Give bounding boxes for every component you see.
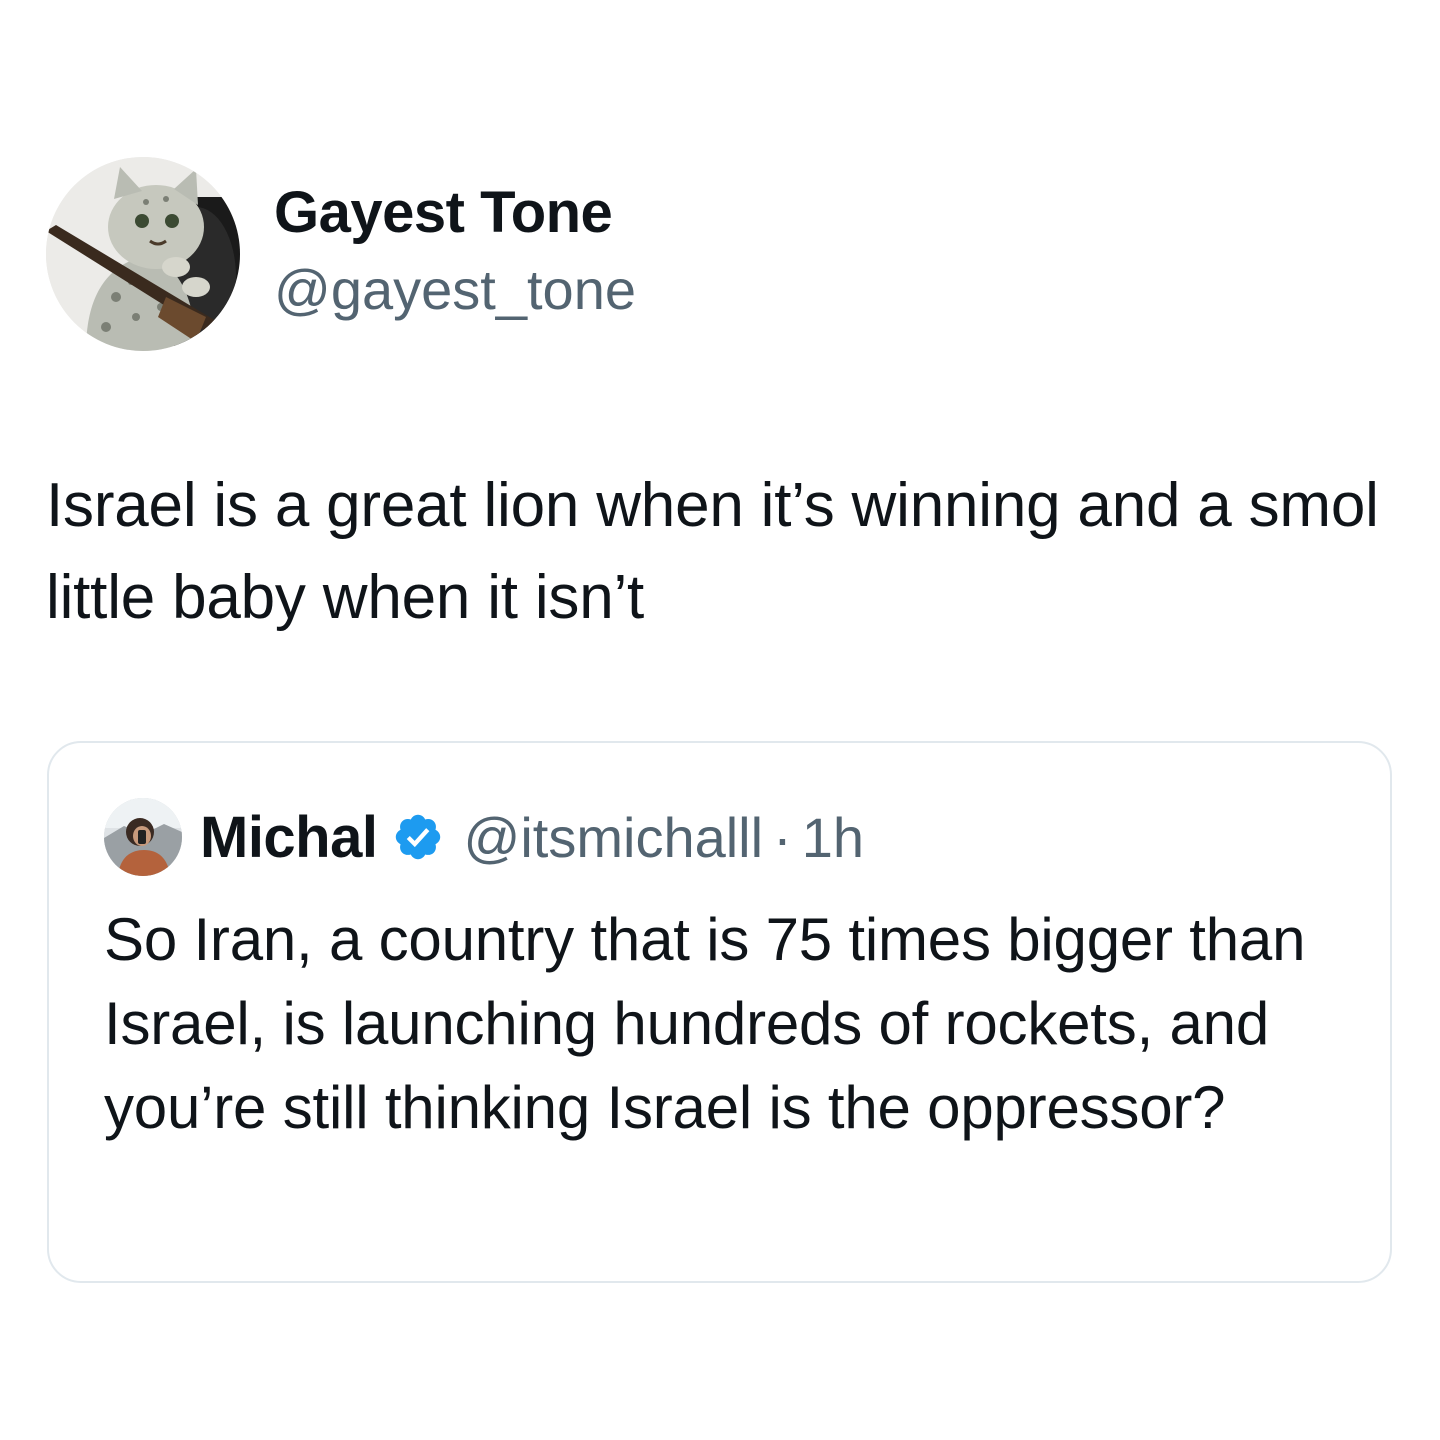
quoted-author-handle[interactable]: @itsmichalll: [464, 805, 764, 870]
person-photo-icon: [104, 798, 182, 876]
verified-badge-icon: [392, 811, 444, 863]
cat-avatar-icon: [46, 157, 240, 351]
quoted-tweet-header: Michal @itsmichalll · 1h: [104, 798, 864, 876]
quoted-tweet[interactable]: Michal @itsmichalll · 1h So Iran, a coun…: [47, 741, 1392, 1283]
tweet-text: Israel is a great lion when it’s winning…: [46, 471, 1379, 632]
author-handle[interactable]: @gayest_tone: [274, 255, 636, 325]
quoted-author-display-name[interactable]: Michal: [200, 804, 378, 871]
tweet-card: Gayest Tone @gayest_tone Israel is a gre…: [0, 0, 1440, 1440]
author-names: Gayest Tone @gayest_tone: [274, 177, 636, 325]
quoted-tweet-time[interactable]: 1h: [802, 805, 864, 870]
separator-dot: ·: [773, 805, 792, 869]
quoted-tweet-text: So Iran, a country that is 75 times bigg…: [104, 906, 1306, 1141]
tweet-header: Gayest Tone @gayest_tone: [46, 157, 636, 351]
author-avatar[interactable]: [46, 157, 240, 351]
author-display-name[interactable]: Gayest Tone: [274, 177, 636, 249]
quoted-author-avatar[interactable]: [104, 798, 182, 876]
